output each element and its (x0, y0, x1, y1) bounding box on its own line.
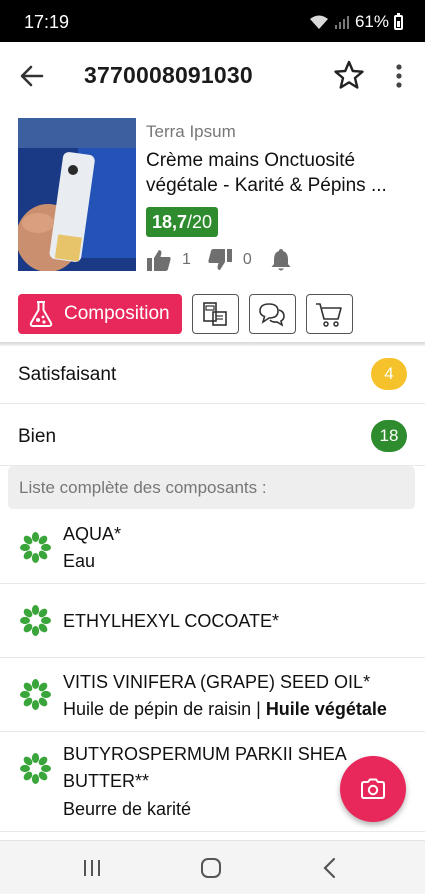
section-header: Liste complète des composants : (8, 466, 415, 509)
ingredient-item[interactable]: ETHYLHEXYL COCOATE* (0, 584, 425, 658)
rating-label: Bien (18, 426, 57, 447)
flask-icon (29, 301, 53, 327)
camera-icon (361, 778, 385, 799)
product-compare-icon (203, 302, 227, 326)
wifi-icon (309, 15, 328, 29)
likes-count: 1 (182, 251, 191, 268)
count-badge: 4 (371, 358, 407, 390)
rating-row-satisfaisant[interactable]: Satisfaisant 4 (0, 346, 425, 404)
cart-icon (316, 303, 342, 327)
more-vert-icon[interactable] (390, 62, 408, 90)
ingredient-description: Huile de pépin de raisin | Huile végétal… (63, 699, 387, 720)
rating-row-bien[interactable]: Bien 18 (0, 404, 425, 466)
battery-percent: 61% (354, 12, 389, 31)
ingredient-description: Beurre de karité (63, 799, 192, 819)
signal-icon (334, 16, 349, 29)
composition-button[interactable]: Composition (18, 294, 182, 334)
score-value: 18,7 (152, 212, 188, 232)
comments-button[interactable] (248, 294, 296, 334)
ingredient-name-line2: BUTTER** (63, 771, 150, 791)
camera-fab-button[interactable] (340, 756, 406, 822)
ingredient-item[interactable]: AQUA* Eau (0, 512, 425, 584)
ingredient-name-line1: BUTYROSPERMUM PARKII SHEA (63, 744, 347, 764)
compare-button[interactable] (191, 294, 239, 334)
recent-apps-icon[interactable] (82, 856, 102, 880)
dislikes-count: 0 (242, 251, 252, 268)
product-image[interactable] (18, 118, 136, 271)
status-icons: 61% (309, 12, 403, 32)
product-header: Terra Ipsum Crème mains Onctuosité végét… (0, 118, 425, 278)
ingredient-category: Huile végétale (265, 699, 387, 719)
ingredient-name: VITIS VINIFERA (GRAPE) SEED OIL* (63, 672, 371, 692)
flower-icon (20, 532, 51, 563)
cart-button[interactable] (305, 294, 353, 334)
bell-icon[interactable] (268, 248, 294, 272)
count-badge: 18 (371, 420, 407, 452)
thumb-up-icon[interactable] (146, 248, 172, 272)
page-title: 3770008091030 (84, 62, 253, 88)
star-outline-icon[interactable] (333, 59, 365, 91)
flower-icon (20, 753, 51, 784)
product-name: Crème mains Onctuosité végétale - Karité… (146, 150, 387, 196)
ingredient-name: ETHYLHEXYL COCOATE* (63, 611, 280, 631)
flower-icon (20, 605, 51, 636)
thumb-down-icon[interactable] (207, 248, 233, 272)
rating-actions: 1 0 (146, 248, 294, 272)
score-max: /20 (187, 212, 213, 232)
arrow-left-icon[interactable] (18, 62, 46, 90)
battery-icon (394, 12, 403, 30)
status-time: 17:19 (24, 12, 70, 32)
flower-icon (20, 679, 51, 710)
status-bar: 17:19 61% (0, 0, 425, 42)
comments-icon (259, 303, 285, 327)
ingredient-item[interactable]: VITIS VINIFERA (GRAPE) SEED OIL* Huile d… (0, 658, 425, 732)
system-nav-bar (0, 840, 425, 894)
rating-label: Satisfaisant (18, 364, 117, 385)
composition-label: Composition (64, 303, 170, 324)
ingredient-common-name: Huile de pépin de raisin | (63, 699, 266, 719)
app-bar: 3770008091030 (0, 42, 425, 110)
score-badge: 18,7/20 (146, 207, 219, 237)
action-bar: Composition (18, 294, 353, 334)
ingredient-name: AQUA* (63, 524, 122, 544)
product-brand: Terra Ipsum (146, 122, 236, 141)
ingredient-description: Eau (63, 551, 96, 571)
home-icon[interactable] (199, 856, 223, 880)
back-nav-icon[interactable] (320, 856, 340, 880)
